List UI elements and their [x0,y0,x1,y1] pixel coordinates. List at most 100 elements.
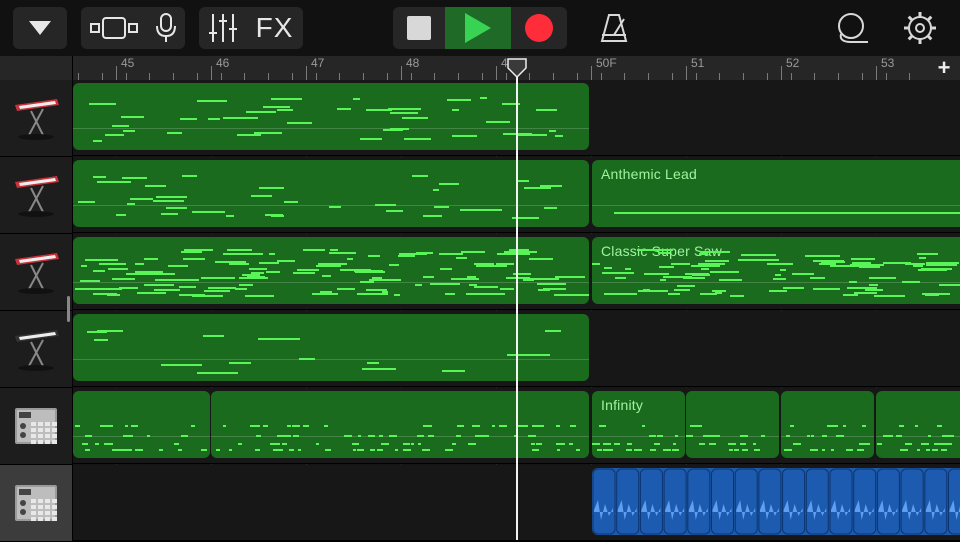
ruler-tick [458,73,459,80]
drum-hit [470,443,476,445]
playhead-handle-icon[interactable] [507,58,527,78]
midi-note [112,278,135,280]
midi-note [99,263,126,265]
ruler-tick [316,73,317,80]
drum-hit [709,443,716,445]
midi-region[interactable]: Anthemic Lead [592,160,960,227]
track-header[interactable] [0,465,72,542]
track-header[interactable] [0,234,72,311]
track-header[interactable] [0,157,72,234]
track-header[interactable] [0,388,72,465]
midi-note [154,289,180,291]
drum-hit [481,435,489,437]
midi-note [192,295,223,297]
mixer-button[interactable] [209,13,237,43]
midi-note [913,265,923,267]
drummer-region[interactable] [73,391,210,458]
midi-region[interactable]: Classic Super Saw [592,237,960,304]
drummer-region[interactable]: Infinity [592,391,685,458]
record-button[interactable] [511,7,567,49]
midi-region[interactable] [73,83,589,150]
midi-note [337,288,355,290]
tracks-view-icon [90,16,138,40]
audio-region[interactable] [592,468,960,535]
drum-machine-icon [13,483,59,523]
stop-button[interactable] [393,7,445,49]
drummer-region[interactable] [211,391,589,458]
midi-note [362,368,396,370]
drummer-region[interactable] [876,391,960,458]
drum-hit [603,443,611,445]
midi-note [251,195,272,197]
fx-button[interactable]: FX [256,12,294,44]
audio-loop-segment [830,469,852,534]
midi-note [182,175,197,177]
ruler-bar-label: 47 [311,56,324,70]
ruler-tick [814,73,815,80]
browser-menu-button[interactable] [13,7,67,49]
drum-hit [280,435,288,437]
header-resize-handle[interactable] [67,296,70,322]
midi-note [543,288,566,290]
midi-note [738,259,769,261]
midi-note [137,292,166,294]
ruler-tick [672,73,673,80]
midi-note [902,281,920,283]
midi-note [869,284,878,286]
midi-note [201,277,235,279]
drummer-region[interactable] [781,391,874,458]
drum-hit [389,435,393,437]
ruler-tick [862,73,863,80]
loop-browser-button[interactable] [832,7,872,49]
settings-button[interactable] [901,7,939,49]
add-section-button[interactable]: + [928,56,960,80]
metronome-button[interactable] [596,7,632,49]
midi-note [254,132,282,134]
midi-note [322,275,331,277]
drum-hit [250,425,257,427]
drum-hit [118,449,122,451]
midi-note [638,290,668,292]
drum-hit [499,425,507,427]
drum-hit [445,449,453,451]
midi-note [277,109,293,111]
midi-region[interactable] [73,237,589,304]
drum-hit [946,435,954,437]
midi-note [869,277,896,279]
drum-hit [556,443,564,445]
midi-note [160,273,175,275]
ruler-bar-label: 45 [121,56,134,70]
drum-hit [650,449,656,451]
midi-note [130,273,162,275]
midi-region[interactable] [73,314,589,381]
midi-note [166,207,187,209]
drum-hit [877,443,882,445]
midi-note [389,264,399,266]
midi-note [312,293,338,295]
ruler-tick [434,73,435,80]
tracks-view-button[interactable] [90,16,138,40]
drum-hit [238,443,242,445]
midi-note [504,251,537,253]
track-header[interactable] [0,80,72,157]
drum-hit [457,425,464,427]
track-header[interactable] [0,311,72,388]
midi-note [544,207,557,209]
midi-note [922,293,950,295]
midi-note [452,109,459,111]
midi-note [939,284,960,286]
region-center-line [592,205,960,206]
midi-note [701,268,709,270]
midi-note [660,279,666,281]
drum-hit [532,449,539,451]
ruler-tick [624,73,625,80]
ruler-tick [601,73,602,80]
drum-hit [276,449,283,451]
drum-hit [761,435,765,437]
playhead[interactable] [516,60,518,540]
mic-button[interactable] [155,13,177,43]
play-button[interactable] [445,7,511,49]
drum-hit [921,443,929,445]
drummer-region[interactable] [686,391,779,458]
midi-region[interactable] [73,160,589,227]
